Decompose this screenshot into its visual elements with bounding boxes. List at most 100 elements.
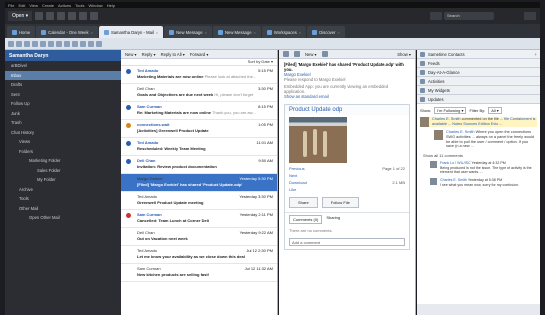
sidebar-item-chat-history[interactable]: Chat History xyxy=(5,128,121,138)
sidebar-item-account[interactable]: arBDivel xyxy=(5,61,121,71)
attach-icon[interactable] xyxy=(88,40,94,47)
view-icon[interactable] xyxy=(96,40,102,47)
new-icon[interactable] xyxy=(8,40,14,47)
tab-calendar[interactable]: Calendar - One Week × xyxy=(36,26,98,38)
cut-icon[interactable] xyxy=(40,40,46,47)
file-thumbnail[interactable] xyxy=(289,117,347,163)
tab-discover[interactable]: Discover × xyxy=(307,26,345,38)
sidebar-item-follow-up[interactable]: Follow Up xyxy=(5,99,121,109)
redo-icon[interactable] xyxy=(72,40,78,47)
sidebar-item-open-other-mail[interactable]: Open Other Mail xyxy=(5,213,121,223)
close-icon[interactable]: × xyxy=(338,30,340,35)
forward-icon[interactable] xyxy=(294,51,300,57)
file-title[interactable]: Product Update odp xyxy=(285,105,409,115)
toolbar-menu-icon[interactable] xyxy=(430,12,442,20)
reply-icon[interactable] xyxy=(283,51,289,57)
message-row[interactable]: Sam Curman Jul 12 11:32 AM New kitchen pro… xyxy=(121,264,277,282)
message-row[interactable]: Dell Chan 9:50 AM Invitation: Review produ… xyxy=(121,156,277,174)
update-author[interactable]: Charles E. Smith xyxy=(446,130,475,134)
sidebar-item-drafts[interactable]: Drafts xyxy=(5,80,121,90)
layout-icon[interactable] xyxy=(90,12,99,20)
file-next-link[interactable]: Next xyxy=(289,173,297,178)
sidebar-item-trash[interactable]: Trash xyxy=(5,118,121,128)
menu-actions[interactable]: Actions xyxy=(58,3,71,8)
tab-sharing[interactable]: Sharing xyxy=(326,215,340,224)
sidebar-item-archive[interactable]: Archive xyxy=(5,185,121,195)
file-prev-link[interactable]: Previous xyxy=(289,166,305,171)
follow-file-button[interactable]: Follow File xyxy=(321,197,359,208)
menu-file[interactable]: File xyxy=(8,3,14,8)
close-icon[interactable]: × xyxy=(299,30,301,35)
forward-icon[interactable] xyxy=(46,12,55,20)
message-row[interactable]: connections.wait 1:05 PM [Activities] Gree… xyxy=(121,120,277,138)
search-button[interactable] xyxy=(524,12,536,20)
save-icon[interactable] xyxy=(24,40,30,47)
comment-author[interactable]: Frank Lo / WIL/ISC xyxy=(440,161,471,165)
menu-help[interactable]: Help xyxy=(107,3,115,8)
format-icon[interactable] xyxy=(80,40,86,47)
paste-icon[interactable] xyxy=(56,40,62,47)
close-icon[interactable]: × xyxy=(254,30,256,35)
message-row[interactable]: Ted Amado 11:01 AM Rescheduled: Weekly Tea… xyxy=(121,138,277,156)
sidebar-item-folders[interactable]: Folders xyxy=(5,147,121,157)
comment-author[interactable]: Charles E. Smith xyxy=(440,178,467,182)
filter-following-select[interactable]: I'm Following ▾ xyxy=(434,107,467,114)
sort-selector[interactable]: Sort by Date ▾ xyxy=(121,59,277,66)
back-icon[interactable] xyxy=(35,12,44,20)
menu-tools[interactable]: Tools xyxy=(75,3,84,8)
add-comment-input[interactable]: Add a comment xyxy=(289,238,405,246)
show-all-comments-link[interactable]: Show all 11 comments xyxy=(423,153,537,158)
expand-icon[interactable]: + xyxy=(535,52,537,57)
section-feeds[interactable]: Feeds xyxy=(417,59,540,68)
menu-edit[interactable]: Edit xyxy=(18,3,25,8)
menu-create[interactable]: Create xyxy=(42,3,54,8)
section-activities[interactable]: Activities xyxy=(417,77,540,86)
undo-icon[interactable] xyxy=(64,40,70,47)
message-row[interactable]: Margo Exekiel Yesterday 5:30 PM [Filed] 'M… xyxy=(121,174,277,192)
message-row[interactable]: Dell Chan 3:30 PM Goals and Objectives are… xyxy=(121,84,277,102)
message-row[interactable]: Ted Amado Yesterday 3:30 PM Greenwell Prod… xyxy=(121,192,277,210)
tab-new-message-1[interactable]: New Message × xyxy=(164,26,212,38)
tab-comments[interactable]: Comments (0) xyxy=(289,215,323,224)
show-button[interactable]: Show ▾ xyxy=(397,52,411,57)
section-sametime-contacts[interactable]: Sametime Contacts + xyxy=(417,50,540,59)
update-author[interactable]: Charles E. Smith xyxy=(432,117,461,121)
show-standard-link[interactable]: Show as standard email xyxy=(284,94,410,99)
close-icon[interactable]: × xyxy=(156,30,158,35)
print-icon[interactable] xyxy=(79,12,88,20)
forward-button[interactable]: Forward ▾ xyxy=(190,52,209,57)
open-button[interactable]: Open ▾ xyxy=(8,11,33,21)
tab-workspaces[interactable]: Workspaces × xyxy=(261,26,307,38)
section-day-at-a-glance[interactable]: Day-At-A-Glance xyxy=(417,68,540,77)
tab-home[interactable]: Home xyxy=(7,26,36,38)
sidebar-item-tools[interactable]: Tools xyxy=(5,194,121,204)
share-button[interactable]: Share xyxy=(289,197,318,208)
tab-mail[interactable]: Samantha Daryn - Mail × xyxy=(98,26,164,38)
flag-icon[interactable] xyxy=(321,51,328,57)
menu-window[interactable]: Window xyxy=(88,3,102,8)
message-row[interactable]: Ted Amado 5:15 PM Marketing Materials are … xyxy=(121,66,277,84)
sidebar-item-marketing-folder[interactable]: Marketing Folder xyxy=(5,156,121,166)
file-download-link[interactable]: Download xyxy=(289,180,307,185)
reply-all-button[interactable]: Reply to All ▾ xyxy=(161,52,185,57)
section-updates[interactable]: Updates xyxy=(417,95,540,104)
sidebar-item-junk[interactable]: Junk xyxy=(5,109,121,119)
message-row[interactable]: Ted Amado Jul 12 2:30 PM Let me know your … xyxy=(121,246,277,264)
sidebar-item-views[interactable]: Views xyxy=(5,137,121,147)
filter-all-select[interactable]: All ▾ xyxy=(488,107,502,114)
sidebar-item-sales-folder[interactable]: Sales Folder xyxy=(5,166,121,176)
new-button[interactable]: New ▾ xyxy=(125,52,137,57)
open-icon[interactable] xyxy=(16,40,22,47)
close-icon[interactable]: × xyxy=(91,30,93,35)
message-row[interactable]: Sam Curman Yesterday 2:11 PM Cancelled: Te… xyxy=(121,210,277,228)
tab-new-message-2[interactable]: New Message × xyxy=(213,26,261,38)
search-input[interactable]: Search xyxy=(444,12,494,20)
copy-icon[interactable] xyxy=(48,40,54,47)
home-icon[interactable] xyxy=(57,12,66,20)
close-icon[interactable]: × xyxy=(205,30,207,35)
reply-button[interactable]: Reply ▾ xyxy=(142,52,156,57)
preview-new-button[interactable]: New ▾ xyxy=(305,52,317,57)
sidebar-item-other-mail[interactable]: Other Mail xyxy=(5,204,121,214)
section-my-widgets[interactable]: My Widgets xyxy=(417,86,540,95)
message-row[interactable]: Sam Curman 8:15 PM Re: Marketing Materials… xyxy=(121,102,277,120)
